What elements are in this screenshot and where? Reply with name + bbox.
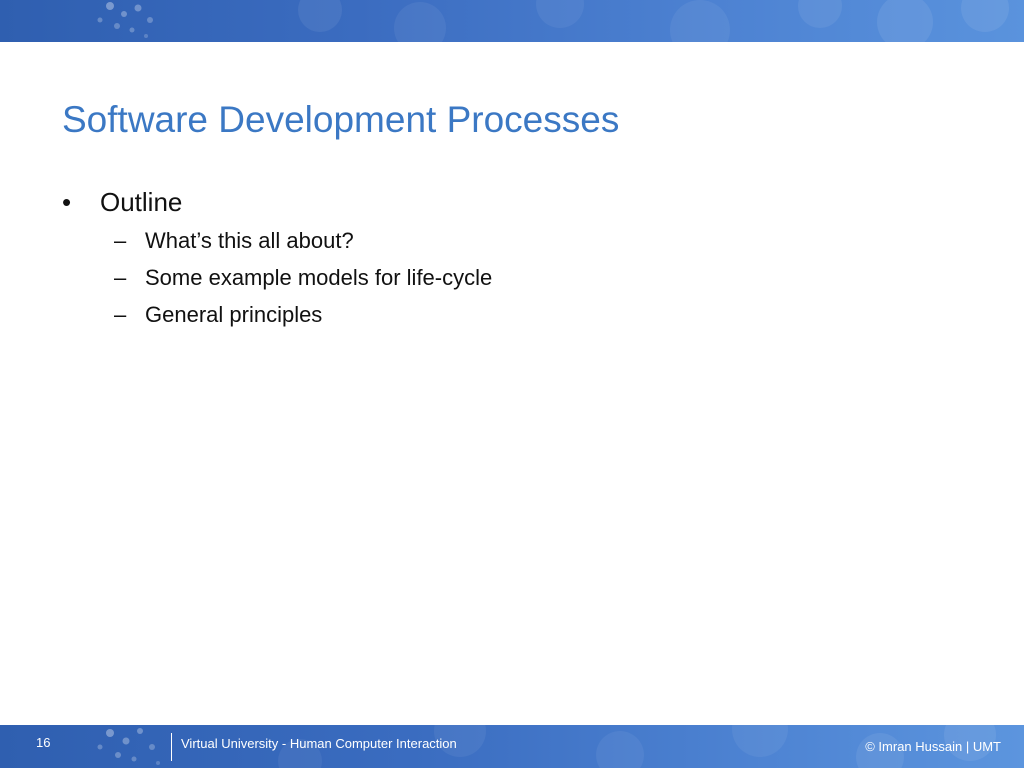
footer-course-title: Virtual University - Human Computer Inte… bbox=[181, 736, 457, 751]
list-item: – Some example models for life-cycle bbox=[62, 259, 492, 296]
sub-bullet-list: – What’s this all about? – Some example … bbox=[62, 222, 492, 333]
bullet-dot-icon: • bbox=[62, 187, 72, 217]
slide-title: Software Development Processes bbox=[62, 99, 620, 140]
en-dash-icon: – bbox=[114, 265, 127, 290]
list-item-text: General principles bbox=[145, 302, 323, 327]
page-number: 16 bbox=[36, 735, 51, 750]
footer-divider bbox=[171, 733, 172, 761]
en-dash-icon: – bbox=[114, 228, 127, 253]
list-item: – General principles bbox=[62, 296, 492, 333]
en-dash-icon: – bbox=[114, 302, 127, 327]
outline-heading-item: • Outline bbox=[62, 184, 492, 220]
list-item-text: Some example models for life-cycle bbox=[145, 265, 493, 290]
header-band bbox=[0, 0, 1024, 42]
footer-copyright: © Imran Hussain | UMT bbox=[865, 739, 1001, 754]
outline-heading: Outline bbox=[100, 187, 183, 217]
bubble-pattern-decoration bbox=[97, 0, 1009, 42]
outline-subitems: – What’s this all about? – Some example … bbox=[62, 222, 492, 333]
outline-list: • Outline – What’s this all about? – Som… bbox=[62, 184, 492, 333]
list-item: – What’s this all about? bbox=[62, 222, 492, 259]
list-item-text: What’s this all about? bbox=[145, 228, 354, 253]
slide: Software Development Processes • Outline… bbox=[0, 0, 1024, 768]
